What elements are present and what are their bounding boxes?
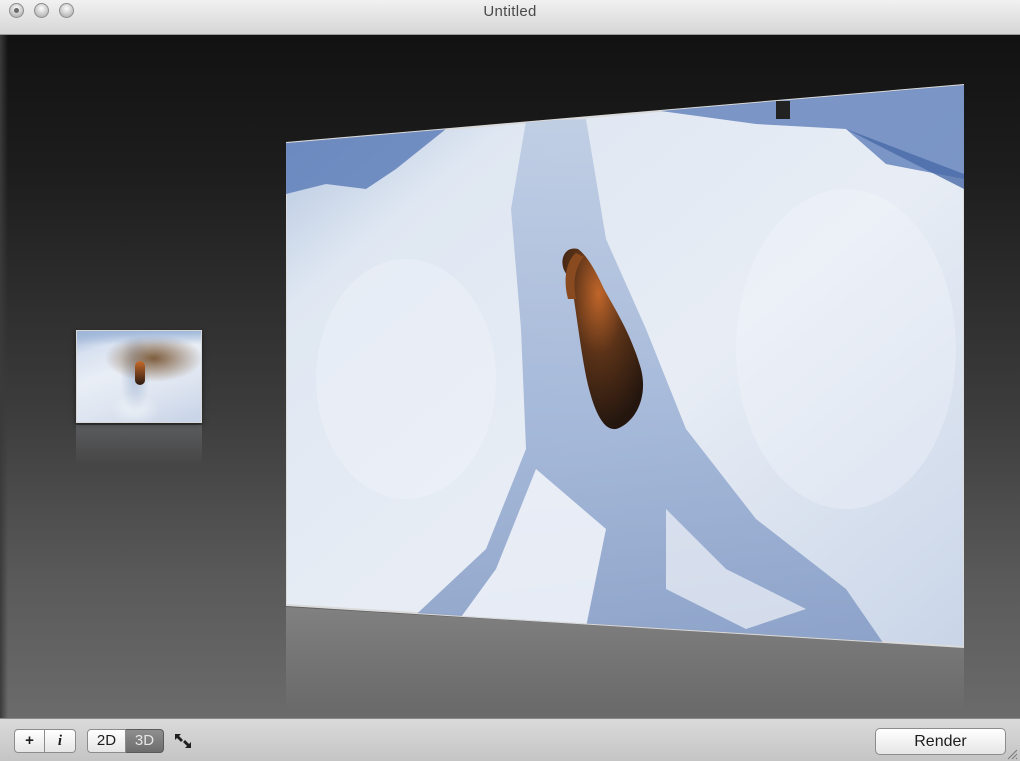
bottom-toolbar: + i 2D 3D Render	[0, 718, 1020, 761]
thumbnail-shadow	[77, 331, 201, 345]
resize-grip-icon[interactable]	[1006, 748, 1018, 760]
add-button[interactable]: +	[14, 729, 45, 753]
render-button[interactable]: Render	[875, 728, 1006, 755]
title-bar[interactable]: Untitled	[0, 0, 1020, 35]
app-window: Untitled + i 2D 3D Render	[0, 0, 1020, 761]
mode-3d-button[interactable]: 3D	[126, 729, 164, 753]
thumbnail-reflection	[76, 425, 202, 465]
info-button[interactable]: i	[45, 729, 76, 753]
window-title: Untitled	[483, 3, 537, 20]
thumbnail-dog	[135, 361, 145, 385]
main-photo[interactable]	[286, 49, 964, 711]
stage-edge	[0, 35, 8, 718]
expand-arrows-icon[interactable]	[172, 731, 194, 751]
main-photo-canvas	[286, 83, 964, 711]
mode-2d-button[interactable]: 2D	[87, 729, 126, 753]
thumbnail-image[interactable]	[76, 330, 202, 423]
canvas-stage[interactable]	[0, 35, 1020, 718]
